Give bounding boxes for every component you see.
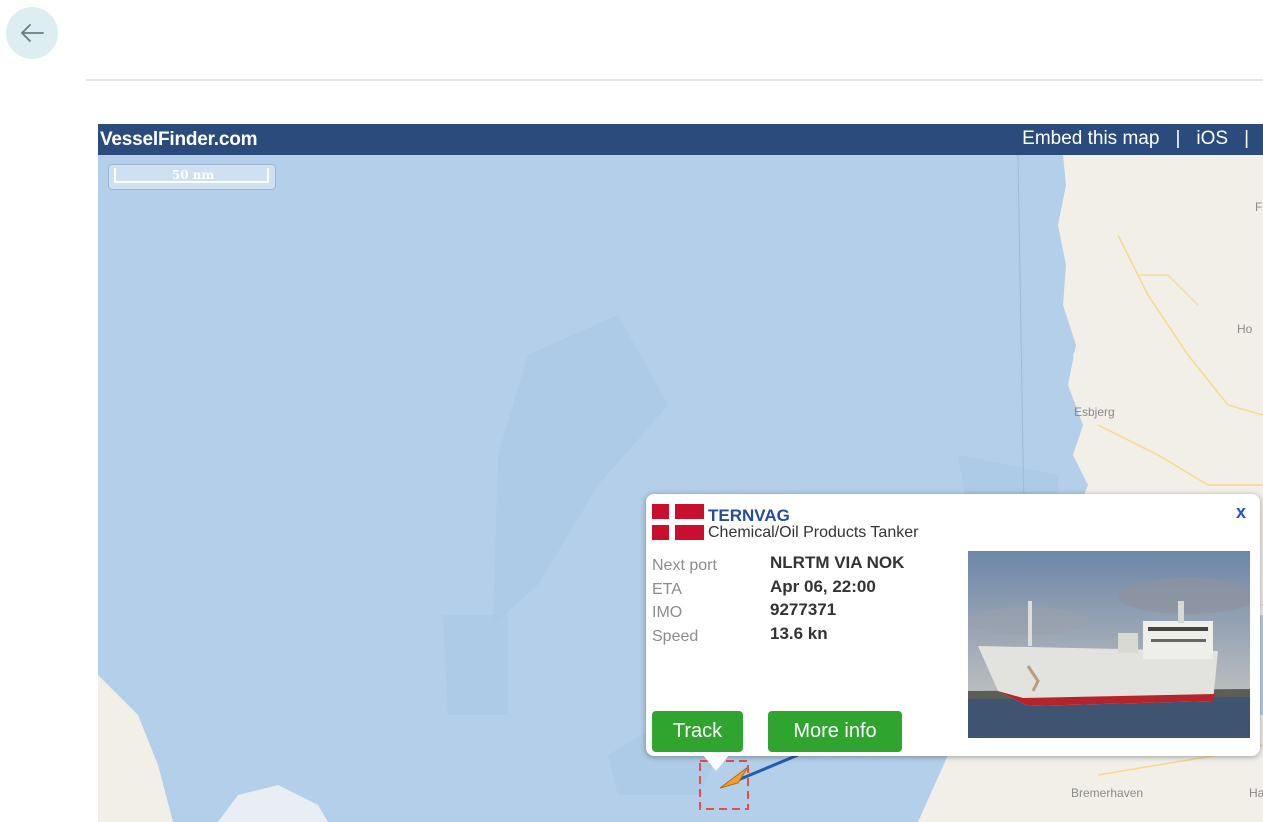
vessel-name[interactable]: TERNVAG xyxy=(708,506,790,526)
arrow-left-icon xyxy=(20,24,44,42)
next-port-label: Next port xyxy=(652,557,717,574)
track-button[interactable]: Track xyxy=(652,711,743,752)
map-widget[interactable]: VesselFinder.com Embed this map | iOS | xyxy=(98,124,1263,822)
vessel-type: Chemical/Oil Products Tanker xyxy=(708,524,919,541)
link-separator: | xyxy=(1175,128,1181,149)
vessel-popup: TERNVAG Chemical/Oil Products Tanker x N… xyxy=(646,494,1260,756)
vessel-photo[interactable] xyxy=(968,551,1250,738)
more-info-button[interactable]: More info xyxy=(768,711,902,752)
back-button[interactable] xyxy=(6,7,58,59)
place-label-bremerhaven: Bremerhaven xyxy=(1071,786,1144,800)
popup-pointer xyxy=(703,755,729,771)
place-label-partial: Ha xyxy=(1249,786,1263,800)
place-label-esbjerg: Esbjerg xyxy=(1074,405,1115,419)
eta-value: Apr 06, 22:00 xyxy=(770,576,876,596)
place-label-partial: F xyxy=(1255,200,1263,214)
map-topbar: VesselFinder.com Embed this map | iOS | xyxy=(98,124,1263,155)
place-label-partial: Ho xyxy=(1237,322,1253,336)
header-divider xyxy=(86,79,1263,81)
close-icon[interactable]: x xyxy=(1236,502,1246,523)
ios-link[interactable]: iOS xyxy=(1196,128,1228,150)
embed-map-link[interactable]: Embed this map xyxy=(1022,128,1159,150)
eta-label: ETA xyxy=(652,580,682,598)
denmark-flag-icon xyxy=(652,504,704,540)
info-labels: Next port ETA IMO Speed xyxy=(652,554,717,648)
info-values: NLRTM VIA NOK Apr 06, 22:00 9277371 13.6… xyxy=(770,551,904,645)
scale-label: 50 nm xyxy=(171,168,215,182)
brand-link[interactable]: VesselFinder.com xyxy=(100,129,258,151)
link-separator: | xyxy=(1244,128,1249,149)
speed-label: Speed xyxy=(652,627,699,645)
map-scale: 50 nm xyxy=(108,164,276,190)
imo-label: IMO xyxy=(652,604,683,621)
next-port-value: NLRTM VIA NOK xyxy=(770,553,905,572)
imo-value: 9277371 xyxy=(770,600,837,619)
speed-value: 13.6 kn xyxy=(770,623,828,643)
